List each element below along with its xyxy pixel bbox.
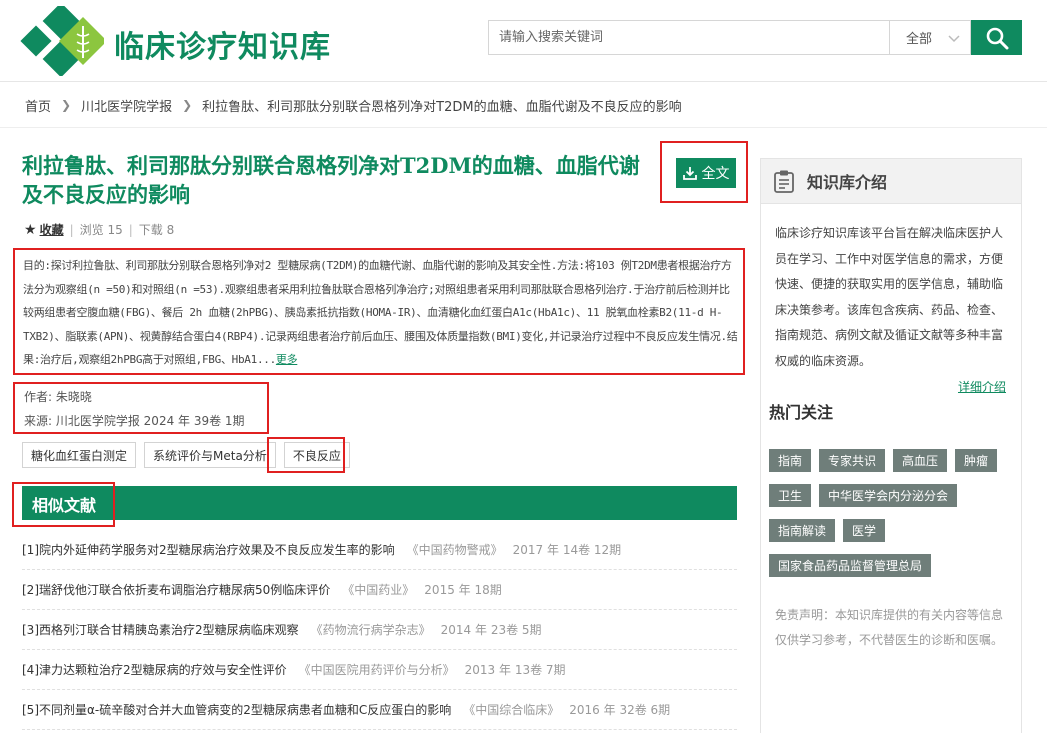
hot-tag[interactable]: 医学 (843, 519, 886, 542)
similar-item-info: 2015 年 18期 (424, 583, 502, 597)
hot-topics-title: 热门关注 (769, 403, 834, 422)
similar-item-title[interactable]: [4]津力达颗粒治疗2型糖尿病的疗效与安全性评价 (22, 661, 287, 678)
downloads-label: 下载 (138, 223, 163, 237)
similar-header: 相似文献 (12, 482, 737, 527)
keyword-tag[interactable]: 系统评价与Meta分析 (144, 442, 276, 468)
search-bar: 全部 (488, 20, 1022, 55)
search-icon (986, 27, 1008, 49)
similar-item-info: 2013 年 13卷 7期 (464, 663, 566, 677)
fulltext-label: 全文 (701, 166, 730, 182)
search-input[interactable] (488, 20, 890, 55)
detail-intro-link[interactable]: 详细介绍 (958, 380, 1006, 394)
hot-tag[interactable]: 中华医学会内分泌分会 (819, 484, 958, 507)
similar-item-journal: 《药物流行病学杂志》 (310, 623, 431, 637)
similar-item-title[interactable]: [3]西格列汀联合甘精胰岛素治疗2型糖尿病临床观察 (22, 621, 299, 638)
similar-list: [1]院内外延伸药学服务对2型糖尿病治疗效果及不良反应发生率的影响 《中国药物警… (22, 530, 737, 730)
fulltext-download-button[interactable]: 全文 (676, 158, 736, 188)
list-item: [3]西格列汀联合甘精胰岛素治疗2型糖尿病临床观察 《药物流行病学杂志》 201… (22, 610, 737, 650)
disclaimer: 免责声明：本知识库提供的有关内容等信息仅供学习参考，不代替医生的诊断和医嘱。 (775, 608, 1004, 647)
similar-item-info: 2014 年 23卷 5期 (440, 623, 542, 637)
similar-item-journal: 《中国药业》 (342, 583, 415, 597)
keyword-tags: 糖化血红蛋白测定 系统评价与Meta分析 不良反应 (22, 437, 350, 473)
breadcrumb-separator-icon: ❯ (61, 98, 72, 112)
hot-tag[interactable]: 国家食品药品监督管理总局 (769, 554, 932, 577)
list-item: [4]津力达颗粒治疗2型糖尿病的疗效与安全性评价 《中国医院用药评价与分析》 2… (22, 650, 737, 690)
breadcrumb-home[interactable]: 首页 (25, 96, 51, 115)
tag-highlight (267, 437, 345, 473)
abstract-highlight: 目的:探讨利拉鲁肽、利司那肽分别联合恩格列净对2 型糖尿病(T2DM)的血糖代谢… (13, 248, 745, 375)
abstract-body: 目的:探讨利拉鲁肽、利司那肽分别联合恩格列净对2 型糖尿病(T2DM)的血糖代谢… (23, 259, 738, 366)
sidebar: 知识库介绍 临床诊疗知识库该平台旨在解决临床医护人员在学习、工作中对医学信息的需… (760, 158, 1022, 733)
site-header: 临床诊疗知识库 全部 (0, 0, 1047, 82)
star-icon: ★ (24, 221, 37, 238)
author-source-highlight: 作者: 朱晓晓 来源: 川北医学院学报 2024 年 39卷 1期 (13, 382, 269, 434)
similar-item-title[interactable]: [1]院内外延伸药学服务对2型糖尿病治疗效果及不良反应发生率的影响 (22, 541, 395, 558)
search-scope-select[interactable]: 全部 (889, 20, 971, 55)
sidebar-intro: 临床诊疗知识库该平台旨在解决临床医护人员在学习、工作中对医学信息的需求，方便快速… (775, 226, 1004, 368)
similar-heading-highlight (12, 482, 115, 527)
meta-divider: | (69, 222, 74, 237)
clipboard-icon (774, 170, 794, 193)
page-title: 利拉鲁肽、利司那肽分别联合恩格列净对T2DM的血糖、血脂代谢及不良反应的影响 (22, 153, 640, 207)
breadcrumb: 首页 ❯ 川北医学院学报 ❯ 利拉鲁肽、利司那肽分别联合恩格列净对T2DM的血糖… (0, 83, 1047, 128)
fulltext-highlight: 全文 (660, 141, 748, 203)
chevron-down-icon (948, 35, 960, 43)
hot-tag[interactable]: 指南解读 (769, 519, 836, 542)
similar-item-journal: 《中国药物警戒》 (406, 543, 503, 557)
hot-tag[interactable]: 专家共识 (819, 449, 886, 472)
article-meta: ★ 收藏 | 浏览 15 | 下载 8 (24, 221, 174, 238)
hot-topics: 指南 专家共识 高血压 肿瘤 卫生 中华医学会内分泌分会 指南解读 医学 国家食… (761, 449, 1013, 577)
author-line: 作者: 朱晓晓 (24, 390, 92, 404)
search-button[interactable] (971, 20, 1022, 55)
similar-item-journal: 《中国医院用药评价与分析》 (298, 663, 455, 677)
list-item: [1]院内外延伸药学服务对2型糖尿病治疗效果及不良反应发生率的影响 《中国药物警… (22, 530, 737, 570)
hot-tag[interactable]: 肿瘤 (955, 449, 998, 472)
breadcrumb-current[interactable]: 利拉鲁肽、利司那肽分别联合恩格列净对T2DM的血糖、血脂代谢及不良反应的影响 (202, 96, 681, 115)
sidebar-title: 知识库介绍 (807, 173, 888, 192)
breadcrumb-journal[interactable]: 川北医学院学报 (81, 96, 172, 115)
breadcrumb-separator-icon: ❯ (182, 98, 193, 112)
list-item: [5]不同剂量α-硫辛酸对合并大血管病变的2型糖尿病患者血糖和C反应蛋白的影响 … (22, 690, 737, 730)
sidebar-header: 知识库介绍 (761, 159, 1021, 204)
favorite-button[interactable]: 收藏 (40, 221, 64, 238)
site-title[interactable]: 临床诊疗知识库 (114, 22, 331, 66)
downloads-count: 8 (166, 222, 175, 237)
similar-item-title[interactable]: [2]瑞舒伐他汀联合依折麦布调脂治疗糖尿病50例临床评价 (22, 581, 330, 598)
views-label: 浏览 (79, 223, 104, 237)
source-line: 来源: 川北医学院学报 2024 年 39卷 1期 (24, 414, 245, 428)
logo-icon[interactable] (20, 6, 104, 76)
hot-tag[interactable]: 指南 (769, 449, 812, 472)
hot-tag[interactable]: 高血压 (893, 449, 948, 472)
download-icon (682, 167, 697, 180)
similar-item-info: 2017 年 14卷 12期 (512, 543, 622, 557)
abstract-text: 目的:探讨利拉鲁肽、利司那肽分别联合恩格列净对2 型糖尿病(T2DM)的血糖代谢… (23, 254, 739, 372)
similar-item-title[interactable]: [5]不同剂量α-硫辛酸对合并大血管病变的2型糖尿病患者血糖和C反应蛋白的影响 (22, 701, 451, 718)
similar-item-journal: 《中国综合临床》 (463, 703, 560, 717)
meta-divider: | (128, 222, 133, 237)
sidebar-more: 详细介绍 (761, 378, 1021, 395)
search-scope-value: 全部 (906, 32, 933, 47)
keyword-tag[interactable]: 糖化血红蛋白测定 (22, 442, 137, 468)
abstract-more-link[interactable]: 更多 (276, 353, 298, 366)
hot-tag[interactable]: 卫生 (769, 484, 812, 507)
views-count: 15 (107, 222, 123, 237)
similar-item-info: 2016 年 32卷 6期 (569, 703, 671, 717)
list-item: [2]瑞舒伐他汀联合依折麦布调脂治疗糖尿病50例临床评价 《中国药业》 2015… (22, 570, 737, 610)
